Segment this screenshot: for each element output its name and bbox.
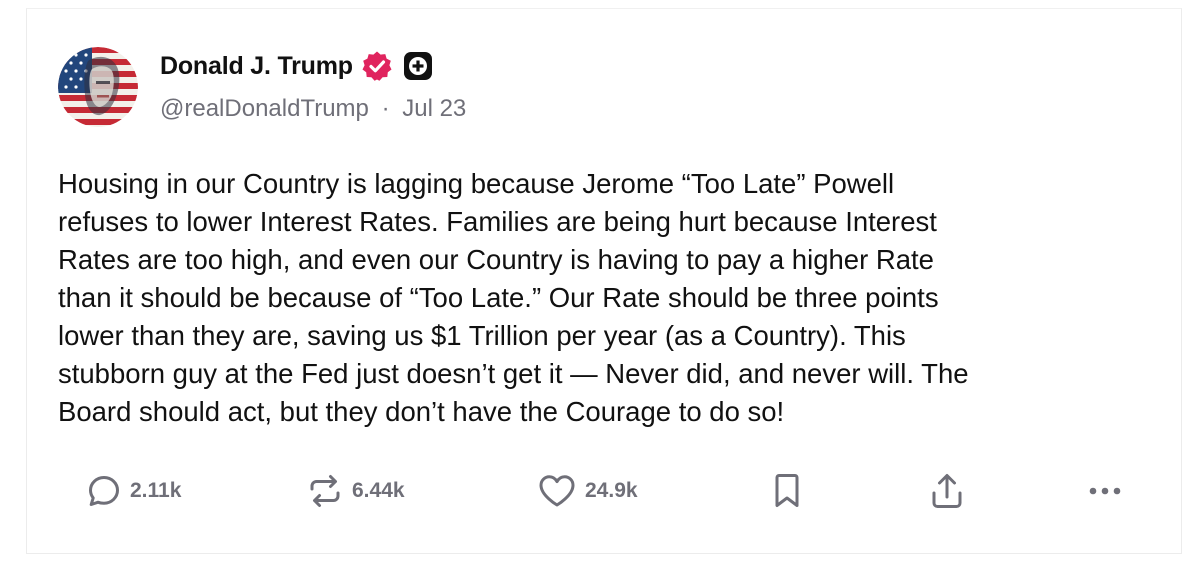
bookmark-button[interactable] <box>771 468 803 514</box>
verified-badge-icon <box>362 51 392 81</box>
repost-button[interactable]: 6.44k <box>306 468 405 514</box>
bookmark-icon <box>771 472 803 510</box>
share-button[interactable] <box>929 468 965 514</box>
reply-button[interactable]: 2.11k <box>86 468 181 514</box>
reply-count: 2.11k <box>130 479 182 502</box>
author-handle[interactable]: @realDonaldTrump <box>160 95 369 122</box>
post-actions: 2.11k 6.44k 24.9k <box>0 468 1200 514</box>
meta-separator: · <box>381 95 390 122</box>
author-meta: @realDonaldTrump · Jul 23 <box>160 95 466 123</box>
repost-count: 6.44k <box>352 479 405 502</box>
like-button[interactable]: 24.9k <box>537 468 638 514</box>
heart-icon <box>537 472 577 510</box>
share-icon <box>929 471 965 511</box>
flag-portrait-avatar-icon <box>58 47 138 127</box>
author-name-row: Donald J. Trump <box>160 48 433 84</box>
more-options-button[interactable] <box>1086 468 1126 514</box>
page: Donald J. Trump @realDonaldTrump · Jul 2… <box>0 0 1200 566</box>
plus-badge-icon <box>403 52 432 80</box>
avatar[interactable] <box>58 47 138 127</box>
repost-icon <box>306 472 344 510</box>
author-display-name[interactable]: Donald J. Trump <box>160 52 353 81</box>
reply-icon <box>86 473 122 509</box>
like-count: 24.9k <box>585 479 638 502</box>
more-icon <box>1086 481 1126 501</box>
post-text: Housing in our Country is lagging becaus… <box>58 168 969 427</box>
post-date[interactable]: Jul 23 <box>402 95 466 122</box>
